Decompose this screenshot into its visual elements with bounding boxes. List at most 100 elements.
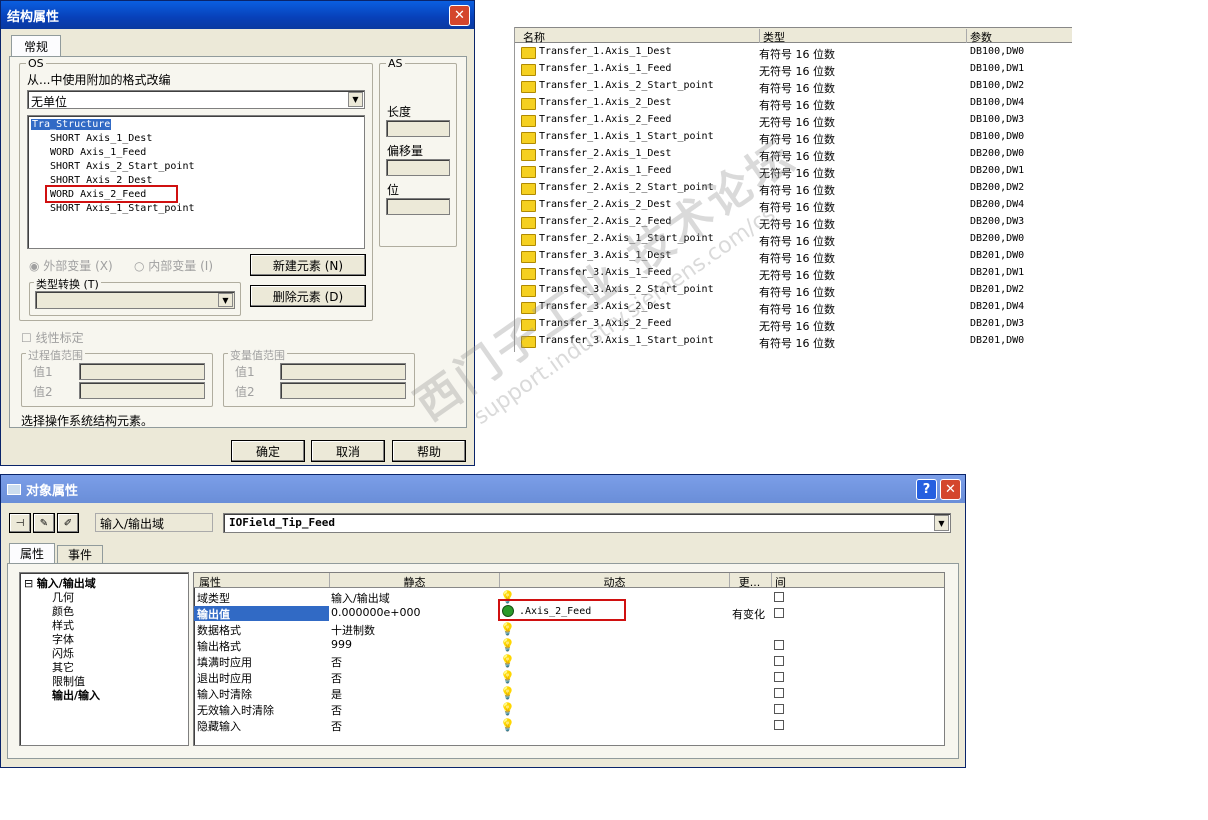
tree-item[interactable]: WORD Axis_1_Feed xyxy=(50,147,146,158)
table-row[interactable]: Transfer_2.Axis_1_Feed 无符号 16 位数 DB200,DW1 xyxy=(515,163,1072,180)
table-row[interactable]: Transfer_2.Axis_1_Dest 有符号 16 位数 DB200,DW0 xyxy=(515,146,1072,163)
help-button[interactable]: 帮助 xyxy=(392,440,466,462)
prop-update-cell[interactable]: 有变化 xyxy=(732,606,765,622)
lightbulb-icon[interactable]: 💡 xyxy=(500,622,515,636)
table-row[interactable]: Transfer_2.Axis_2_Feed 无符号 16 位数 DB200,DW3 xyxy=(515,214,1072,231)
indirect-checkbox[interactable] xyxy=(774,656,784,666)
lightbulb-icon[interactable]: 💡 xyxy=(500,686,515,700)
length-field[interactable] xyxy=(386,120,450,137)
col-name-header[interactable]: 名称 xyxy=(523,29,545,45)
object-name-select[interactable]: IOField_Tip_Feed ▼ xyxy=(223,513,951,533)
tree-item-selected[interactable]: 输出/输入 xyxy=(52,687,100,703)
ok-button[interactable]: 确定 xyxy=(231,440,305,462)
var-val2-field[interactable] xyxy=(280,382,406,399)
table-row[interactable]: Transfer_3.Axis_1_Start_point 有符号 16 位数 DB… xyxy=(515,333,1072,350)
table-row[interactable]: 隐藏输入 否 💡 xyxy=(194,717,944,733)
indirect-checkbox[interactable] xyxy=(774,688,784,698)
chevron-down-icon[interactable]: ▼ xyxy=(934,515,949,531)
tab-properties[interactable]: 属性 xyxy=(9,543,55,563)
col-param-header[interactable]: 参数 xyxy=(966,29,992,44)
tree-item[interactable]: SHORT Axis_2_Start_point xyxy=(50,161,195,172)
col-dynamic-header[interactable]: 动态 xyxy=(499,573,729,589)
col-indirect-header[interactable]: 间 xyxy=(771,573,791,589)
prop-static-cell[interactable]: 否 xyxy=(331,654,342,670)
table-row[interactable]: 退出时应用 否 💡 xyxy=(194,669,944,685)
proc-val1-field[interactable] xyxy=(79,363,205,380)
tree-root[interactable]: Tra_Structure xyxy=(31,119,112,130)
cancel-button[interactable]: 取消 xyxy=(311,440,385,462)
table-row[interactable]: Transfer_2.Axis_2_Dest 有符号 16 位数 DB200,DW4 xyxy=(515,197,1072,214)
lightbulb-icon[interactable]: 💡 xyxy=(500,638,515,652)
col-static-header[interactable]: 静态 xyxy=(329,573,499,589)
table-row[interactable]: Transfer_1.Axis_2_Start_point 有符号 16 位数 DB… xyxy=(515,78,1072,95)
table-row[interactable]: Transfer_1.Axis_1_Dest 有符号 16 位数 DB100,DW0 xyxy=(515,44,1072,61)
chevron-down-icon[interactable]: ▼ xyxy=(218,293,233,307)
type-conv-select[interactable]: ▼ xyxy=(35,291,235,309)
prop-static-cell[interactable]: 是 xyxy=(331,686,342,702)
table-row[interactable]: Transfer_3.Axis_2_Dest 有符号 16 位数 DB201,DW4 xyxy=(515,299,1072,316)
indirect-checkbox[interactable] xyxy=(774,592,784,602)
help-icon[interactable]: ? xyxy=(916,479,937,500)
chevron-down-icon[interactable]: ▼ xyxy=(348,92,363,107)
indirect-checkbox[interactable] xyxy=(774,608,784,618)
table-row[interactable]: Transfer_1.Axis_1_Start_point 有符号 16 位数 DB… xyxy=(515,129,1072,146)
table-row[interactable]: 输入时清除 是 💡 xyxy=(194,685,944,701)
prop-static-cell[interactable]: 否 xyxy=(331,718,342,734)
table-row[interactable]: Transfer_1.Axis_1_Feed 无符号 16 位数 DB100,DW1 xyxy=(515,61,1072,78)
table-row[interactable]: Transfer_3.Axis_1_Dest 有符号 16 位数 DB201,DW0 xyxy=(515,248,1072,265)
new-element-button[interactable]: 新建元素 (N) xyxy=(250,254,366,276)
tree-item[interactable]: SHORT Axis_1_Start_point xyxy=(50,203,195,214)
col-update-header[interactable]: 更... xyxy=(729,573,769,589)
table-row[interactable]: Transfer_2.Axis_2_Start_point 有符号 16 位数 DB… xyxy=(515,180,1072,197)
tab-general[interactable]: 常规 xyxy=(11,35,61,57)
indirect-checkbox[interactable] xyxy=(774,704,784,714)
var-val1-field[interactable] xyxy=(280,363,406,380)
property-tree[interactable]: ⊟ 输入/输出域 几何 颜色 样式 字体 闪烁 其它 限制值 输出/输入 xyxy=(19,572,189,746)
lightbulb-icon[interactable]: 💡 xyxy=(500,718,515,732)
pipette-icon[interactable]: ✎ xyxy=(33,513,55,533)
indirect-checkbox[interactable] xyxy=(774,640,784,650)
tag-param-cell: DB100,DW3 xyxy=(970,114,1025,125)
col-attr-header[interactable]: 属性 xyxy=(199,574,221,590)
table-row[interactable]: 输出格式 999 💡 xyxy=(194,637,944,653)
prop-static-cell[interactable]: 0.000000e+000 xyxy=(331,606,420,619)
lightbulb-icon[interactable]: 💡 xyxy=(500,702,515,716)
table-row[interactable]: 无效输入时清除 否 💡 xyxy=(194,701,944,717)
lightbulb-icon[interactable]: 💡 xyxy=(500,654,515,668)
indirect-checkbox[interactable] xyxy=(774,720,784,730)
proc-val2-field[interactable] xyxy=(79,382,205,399)
close-icon[interactable]: ✕ xyxy=(940,479,961,500)
unit-select[interactable]: 无单位 ▼ xyxy=(27,90,365,109)
prop-static-cell[interactable]: 十进制数 xyxy=(331,622,375,638)
col-type-header[interactable]: 类型 xyxy=(759,29,785,44)
structure-tree[interactable]: Tra_Structure SHORT Axis_1_Dest WORD Axi… xyxy=(27,115,365,249)
table-row[interactable]: 数据格式 十进制数 💡 xyxy=(194,621,944,637)
table-row[interactable]: Transfer_2.Axis_1_Start_point 有符号 16 位数 DB… xyxy=(515,231,1072,248)
pin-icon[interactable]: ⊣ xyxy=(9,513,31,533)
linear-scale-checkbox[interactable]: ☐ 线性标定 xyxy=(21,329,84,346)
lightbulb-icon[interactable]: 💡 xyxy=(500,670,515,684)
close-icon[interactable]: ✕ xyxy=(449,5,470,26)
format-brush-icon[interactable]: ✐ xyxy=(57,513,79,533)
tree-collapse-icon[interactable]: ⊟ xyxy=(24,577,37,590)
table-row[interactable]: 填满时应用 否 💡 xyxy=(194,653,944,669)
int-var-radio[interactable]: ○ 内部变量 (I) xyxy=(134,257,213,274)
table-row[interactable]: Transfer_1.Axis_2_Feed 无符号 16 位数 DB100,DW3 xyxy=(515,112,1072,129)
offset-field[interactable] xyxy=(386,159,450,176)
table-row[interactable]: Transfer_3.Axis_2_Feed 无符号 16 位数 DB201,DW3 xyxy=(515,316,1072,333)
ext-var-radio[interactable]: ◉ 外部变量 (X) xyxy=(29,257,113,274)
indirect-checkbox[interactable] xyxy=(774,672,784,682)
table-row[interactable]: Transfer_1.Axis_2_Dest 有符号 16 位数 DB100,DW4 xyxy=(515,95,1072,112)
prop-static-cell[interactable]: 输入/输出域 xyxy=(331,590,390,606)
table-row[interactable]: 输出值 0.000000e+000 .Axis_2_Feed 有变化 xyxy=(194,599,944,622)
property-grid[interactable]: 属性 静态 动态 更... 间 域类型 输入/输出域 💡 输出值 0.000000e+0… xyxy=(193,572,945,746)
table-row[interactable]: Transfer_3.Axis_1_Feed 无符号 16 位数 DB201,DW1 xyxy=(515,265,1072,282)
table-row[interactable]: Transfer_3.Axis_2_Start_point 有符号 16 位数 DB… xyxy=(515,282,1072,299)
prop-static-cell[interactable]: 否 xyxy=(331,702,342,718)
prop-static-cell[interactable]: 999 xyxy=(331,638,352,651)
tab-events[interactable]: 事件 xyxy=(57,545,103,563)
bit-field[interactable] xyxy=(386,198,450,215)
delete-element-button[interactable]: 删除元素 (D) xyxy=(250,285,366,307)
prop-static-cell[interactable]: 否 xyxy=(331,670,342,686)
tree-item[interactable]: SHORT Axis_1_Dest xyxy=(50,133,152,144)
